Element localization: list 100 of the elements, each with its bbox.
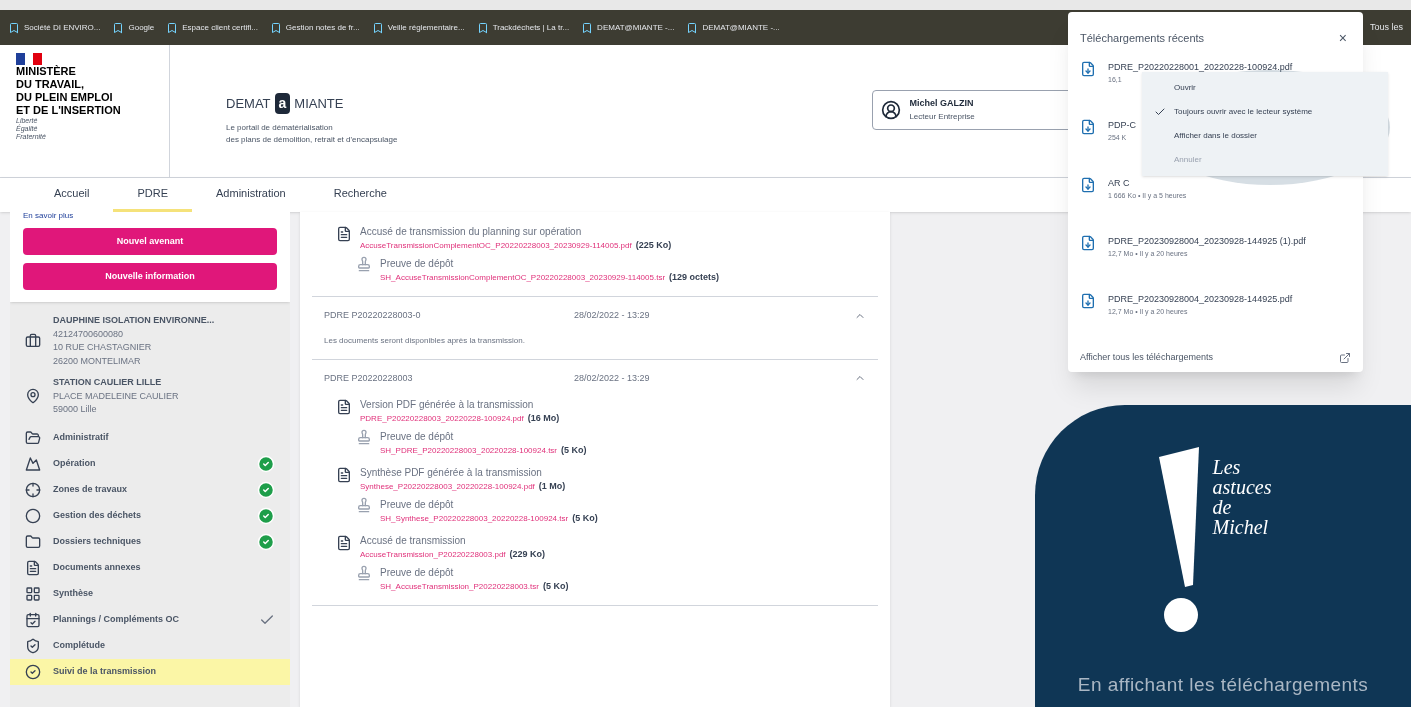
more-link[interactable]: En savoir plus [23, 212, 277, 220]
company-name: DAUPHINE ISOLATION ENVIRONNE... [53, 314, 215, 327]
file-link[interactable]: PDRE_P20220228003_20220228-100924.pdf [360, 413, 524, 425]
menu-item[interactable]: Toujours ouvrir avec le lecteur système [1142, 100, 1388, 124]
bookmark[interactable]: Tous les [1369, 20, 1403, 35]
section-icon [25, 559, 41, 576]
section-icon [25, 611, 41, 628]
bookmark[interactable]: Gestion notes de fr... [269, 21, 360, 34]
bookmark-icon [371, 21, 384, 34]
bookmark[interactable]: Veille réglementaire... [371, 21, 465, 34]
sidebar-label: Administratif [53, 430, 110, 444]
app-subtitle: Le portail de dématérialisation [226, 122, 334, 134]
bookmark-icon [112, 21, 125, 34]
sidebar-label: Plannings / Compléments OC [53, 612, 181, 626]
proof-file-link[interactable]: SH_AccuseTransmission_P20220228003.tsr [380, 580, 539, 593]
bookmark[interactable]: Trackdéchets | La tr... [476, 21, 570, 34]
done-status-icon [257, 506, 275, 525]
external-link-icon[interactable] [1339, 351, 1351, 364]
sidebar-item[interactable]: Documents annexes [10, 554, 290, 581]
sidebar-label: Gestion des déchets [53, 508, 143, 522]
section-note: Les documents seront disponibles après la transmission. [323, 334, 526, 347]
sidebar-label: Opération [53, 456, 97, 470]
sidebar-label: Zones de travaux [53, 482, 129, 496]
proof-file-link[interactable]: SH_PDRE_P20220228003_20220228-100924.tsr [380, 444, 558, 457]
ministry-name: DU TRAVAIL, [16, 78, 86, 91]
flag-icon [16, 53, 42, 65]
section-icon [25, 481, 41, 498]
ministry-name: MINISTÈRE [16, 65, 77, 78]
file-size: (5 Ko) [561, 443, 587, 457]
site-detail: PLACE MADELEINE CAULIER [53, 389, 179, 403]
section-header[interactable]: PDRE P20220228003 28/02/2022 - 13:29 [312, 371, 878, 385]
done-status-icon [257, 480, 275, 499]
proof-file-link[interactable]: SH_Synthese_P20220228003_20220228-100924.tsr [380, 512, 569, 525]
done-status-icon [257, 454, 275, 473]
file-link[interactable]: AccuseTransmissionComplementOC_P20220228003_20230929-114005.pdf [360, 240, 632, 252]
ministry-name: DU PLEIN EMPLOI [16, 91, 114, 104]
sidebar-item[interactable]: Complétude [10, 632, 290, 659]
file-link[interactable]: AccuseTransmission_P20220228003.pdf [360, 549, 506, 561]
nav-tab[interactable]: Administration [192, 178, 310, 212]
close-button[interactable]: × [1334, 28, 1351, 49]
sidebar-item[interactable]: Zones de travaux [10, 476, 290, 503]
download-name[interactable]: PDRE_P20230928004_20230928-144925 (1).pdf [1108, 235, 1306, 249]
pdf-file-icon [336, 535, 352, 551]
tip-title: de [1212, 497, 1233, 517]
sidebar-item[interactable]: Suivi de la transmission [10, 658, 290, 685]
site-detail: 59000 Lille [53, 403, 98, 416]
location-pin-icon [25, 388, 41, 405]
file-size: (5 Ko) [542, 579, 569, 593]
download-name[interactable]: AR C [1108, 177, 1130, 191]
bookmark[interactable]: Espace client certifi... [166, 21, 258, 34]
tip-text: En affichant les téléchargements [1077, 672, 1369, 697]
sidebar-item[interactable]: Plannings / Compléments OC [10, 606, 290, 633]
sidebar-item[interactable]: Administratif [10, 424, 290, 451]
sidebar-item[interactable]: Gestion des déchets [10, 502, 290, 529]
file-size: (129 octets) [669, 270, 720, 284]
stamp-icon [356, 255, 372, 272]
document-title: Version PDF générée à la transmission [360, 398, 535, 412]
bookmark-icon [476, 21, 489, 34]
section-icon [25, 585, 41, 602]
pdf-file-icon [336, 467, 352, 483]
menu-item[interactable]: Ouvrir [1142, 76, 1388, 100]
section-icon [25, 507, 41, 524]
download-name[interactable]: PDP-C [1108, 119, 1136, 133]
check-icon [1154, 106, 1166, 118]
bookmark[interactable]: DEMAT@MIANTE -... [581, 21, 675, 34]
action-button[interactable]: Nouvelle information [23, 263, 277, 290]
file-icon [1080, 293, 1096, 309]
sidebar-item[interactable]: Opération [10, 450, 290, 477]
download-name[interactable]: PDRE_P20230928004_20230928-144925.pdf [1108, 293, 1293, 307]
document-title: Synthèse PDF générée à la transmission [360, 466, 543, 480]
sidebar-item[interactable]: Dossiers techniques [10, 528, 290, 555]
file-icon [1080, 119, 1096, 135]
file-icon [1080, 177, 1096, 193]
file-size: (5 Ko) [572, 511, 598, 525]
app-title: DEMAT [226, 94, 271, 113]
section-icon [25, 429, 41, 446]
section-icon [25, 533, 41, 550]
bookmark[interactable]: Société DI ENVIRO... [8, 21, 101, 34]
sidebar-item[interactable]: Synthèse [10, 580, 290, 607]
show-all-link[interactable]: Afficher tous les téléchargements [1080, 351, 1213, 365]
pdf-file-icon [336, 399, 352, 415]
site-name: STATION CAULIER LILLE [53, 376, 163, 389]
nav-tab[interactable]: Recherche [309, 178, 411, 212]
file-link[interactable]: Synthese_P20220228003_20220228-100924.pdf [360, 481, 535, 493]
user-role: Lecteur Entreprise [909, 110, 975, 123]
proof-file-link[interactable]: SH_AccuseTransmissionComplementOC_P20220228003_20230929-114005.tsr [380, 271, 666, 284]
action-button[interactable]: Nouvel avenant [23, 228, 277, 255]
download-name[interactable]: PDRE_P20220228001_20220228-100924.pdf [1108, 61, 1293, 75]
section-header[interactable]: PDRE P20220228003-0 28/02/2022 - 13:29 [312, 309, 878, 323]
nav-tab[interactable]: Accueil [30, 178, 114, 212]
sidebar-label: Suivi de la transmission [53, 664, 158, 678]
proof-title: Preuve de dépôt [380, 497, 455, 512]
bookmark[interactable]: DEMAT@MIANTE -... [686, 21, 780, 34]
bookmark-icon [8, 21, 20, 34]
bookmark[interactable]: Google [112, 21, 155, 34]
ministry-name: ET DE L'INSERTION [16, 104, 122, 117]
menu-item[interactable]: Afficher dans le dossier [1142, 124, 1388, 148]
bookmark-icon [166, 21, 179, 34]
stamp-icon [356, 428, 372, 445]
proof-title: Preuve de dépôt [380, 565, 455, 580]
